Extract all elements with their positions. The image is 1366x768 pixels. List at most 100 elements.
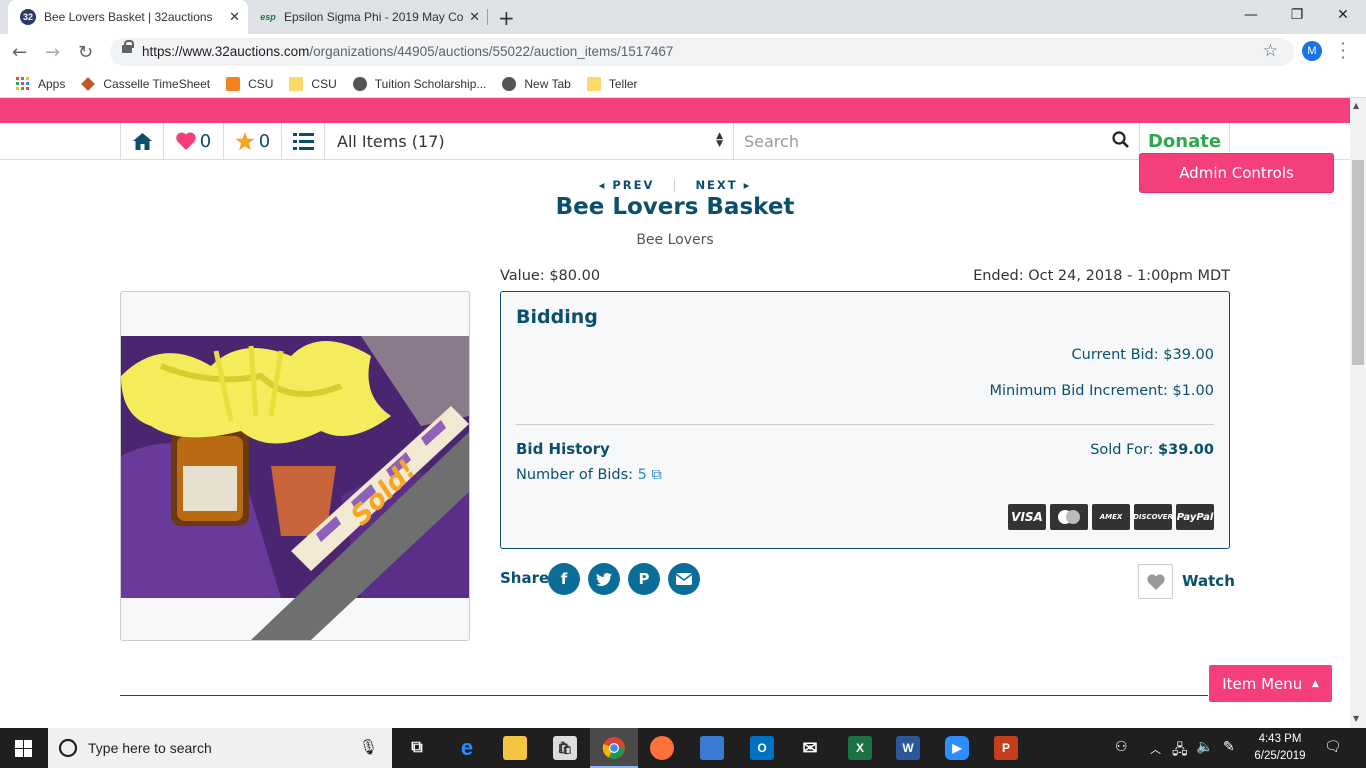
bookmark-csu-1[interactable]: CSU: [226, 76, 274, 91]
minimize-icon[interactable]: —: [1228, 0, 1274, 30]
watch-button[interactable]: [1138, 564, 1173, 599]
browser-menu-icon[interactable]: · · ·: [1340, 36, 1346, 66]
discover-icon: DISCOVER: [1133, 504, 1173, 530]
sold-ribbon: [251, 432, 469, 640]
search-input[interactable]: Search: [733, 123, 1139, 159]
task-view-icon[interactable]: ⧉: [405, 736, 429, 760]
twitter-icon: [596, 572, 612, 586]
caret-up-icon: ▲: [1311, 678, 1319, 689]
outlook-icon[interactable]: O: [750, 736, 774, 760]
close-tab-icon[interactable]: ✕: [469, 9, 480, 25]
close-tab-icon[interactable]: ✕: [229, 9, 240, 25]
forward-icon[interactable]: →: [45, 42, 60, 63]
current-bid: Current Bid: $39.00: [1071, 347, 1214, 363]
scrollbar-thumb[interactable]: [1352, 160, 1364, 365]
category-select[interactable]: All Items (17) ▲ ▼: [324, 123, 733, 159]
divider: [516, 424, 1214, 425]
watch-label[interactable]: Watch: [1182, 572, 1235, 590]
control-panel-icon[interactable]: [700, 736, 724, 760]
browser-tab-strip: 32 Bee Lovers Basket | 32auctions ✕ esp …: [0, 0, 1366, 34]
new-tab-icon[interactable]: +: [498, 6, 515, 30]
sold-for-value: $39.00: [1158, 442, 1214, 458]
pinterest-share-button[interactable]: P: [628, 563, 660, 595]
word-icon[interactable]: W: [896, 736, 920, 760]
esp-icon: esp: [260, 12, 276, 22]
email-share-button[interactable]: [668, 563, 700, 595]
prev-next-nav: ◂ PREV NEXT ▸: [0, 178, 1350, 192]
share-label: Share: [500, 569, 550, 587]
scroll-down-icon[interactable]: ▼: [1353, 714, 1359, 723]
microphone-icon[interactable]: 🎙: [359, 738, 378, 756]
reload-icon[interactable]: ↻: [78, 42, 93, 63]
bookmark-new-tab[interactable]: New Tab: [502, 76, 571, 91]
bookmark-tuition[interactable]: Tuition Scholarship...: [352, 76, 487, 91]
bookmark-teller[interactable]: Teller: [586, 76, 638, 91]
powerpoint-icon[interactable]: P: [994, 736, 1018, 760]
pen-icon[interactable]: ✎: [1223, 739, 1235, 755]
category-select-value: All Items (17): [337, 132, 445, 151]
folder-icon: [289, 76, 304, 91]
profile-avatar[interactable]: M: [1302, 41, 1322, 61]
twitter-share-button[interactable]: [588, 563, 620, 595]
chrome-icon: [602, 737, 625, 759]
windows-start-icon[interactable]: [15, 740, 32, 757]
restore-icon[interactable]: ❐: [1274, 0, 1320, 30]
file-explorer-icon[interactable]: [503, 736, 527, 760]
pinterest-icon: P: [638, 570, 650, 588]
bookmark-apps[interactable]: Apps: [16, 76, 66, 91]
star-icon: [235, 131, 255, 150]
list-view-button[interactable]: [281, 123, 324, 159]
people-icon[interactable]: ⚇: [1115, 739, 1128, 755]
store-icon[interactable]: 🛍: [553, 736, 577, 760]
tab-epsilon-sigma-phi[interactable]: esp Epsilon Sigma Phi - 2019 May Co ✕: [248, 0, 488, 34]
zoom-icon[interactable]: ▶: [945, 736, 969, 760]
bidding-panel: Bidding Current Bid: $39.00 Minimum Bid …: [500, 291, 1230, 549]
prev-link[interactable]: ◂ PREV: [599, 178, 655, 192]
search-icon[interactable]: [1112, 131, 1129, 148]
taskbar-clock[interactable]: 4:43 PM 6/25/2019: [1250, 731, 1310, 765]
edge-icon[interactable]: e: [455, 735, 479, 760]
bookmark-label: Tuition Scholarship...: [374, 76, 487, 91]
bookmark-label: New Tab: [524, 76, 571, 91]
home-button[interactable]: [120, 123, 163, 159]
network-icon[interactable]: 🖧: [1172, 739, 1188, 763]
action-center-icon[interactable]: 🗨: [1324, 739, 1342, 755]
windows-taskbar: Type here to search 🎙 ⧉ e 🛍 O ✉ X W ▶ P …: [0, 728, 1366, 768]
firefox-icon[interactable]: [650, 736, 674, 760]
bookmark-label: CSU: [248, 76, 274, 91]
item-menu-button[interactable]: Item Menu ▲: [1209, 665, 1332, 702]
bookmark-csu-2[interactable]: CSU: [289, 76, 337, 91]
bookmark-casselle[interactable]: Casselle TimeSheet: [81, 77, 210, 91]
bookmark-star-icon[interactable]: ☆: [1263, 41, 1278, 61]
close-window-icon[interactable]: ✕: [1320, 0, 1366, 30]
excel-icon[interactable]: X: [848, 736, 872, 760]
item-donor: Bee Lovers: [636, 232, 714, 248]
url-bar[interactable]: https://www.32auctions.com/organizations…: [110, 38, 1294, 66]
mastercard-logo: [1058, 510, 1080, 524]
volume-icon[interactable]: 🔈: [1196, 739, 1213, 755]
mail-icon[interactable]: ✉: [798, 736, 822, 760]
scroll-up-icon[interactable]: ▲: [1353, 101, 1359, 110]
item-image-frame[interactable]: Sold!: [120, 291, 470, 641]
heart-outline-icon: [1146, 573, 1165, 590]
taskbar-search[interactable]: Type here to search 🎙: [48, 728, 392, 768]
back-icon[interactable]: ←: [12, 42, 27, 63]
payment-cards: VISA AMEX DISCOVER PayPal: [1008, 504, 1214, 530]
next-link[interactable]: NEXT ▸: [695, 178, 751, 192]
favorites-button[interactable]: 0: [163, 123, 223, 159]
chrome-taskbar-button[interactable]: [590, 728, 638, 768]
facebook-share-button[interactable]: f: [548, 563, 580, 595]
tray-expand-icon[interactable]: ︿: [1150, 741, 1161, 757]
section-divider: [120, 695, 1208, 696]
casselle-icon: [81, 76, 96, 91]
heart-icon: [176, 132, 196, 150]
32auctions-icon: 32: [20, 9, 36, 25]
tab-bee-lovers[interactable]: 32 Bee Lovers Basket | 32auctions ✕: [8, 0, 248, 34]
bid-history-heading: Bid History: [516, 440, 610, 458]
bookmark-label: Apps: [38, 76, 66, 91]
bid-history-link[interactable]: 5 ⧉: [638, 467, 662, 483]
apps-grid-icon: [16, 76, 29, 90]
paypal-icon: PayPal: [1176, 504, 1214, 530]
bookmark-label: CSU: [311, 76, 337, 91]
starred-button[interactable]: 0: [223, 123, 281, 159]
